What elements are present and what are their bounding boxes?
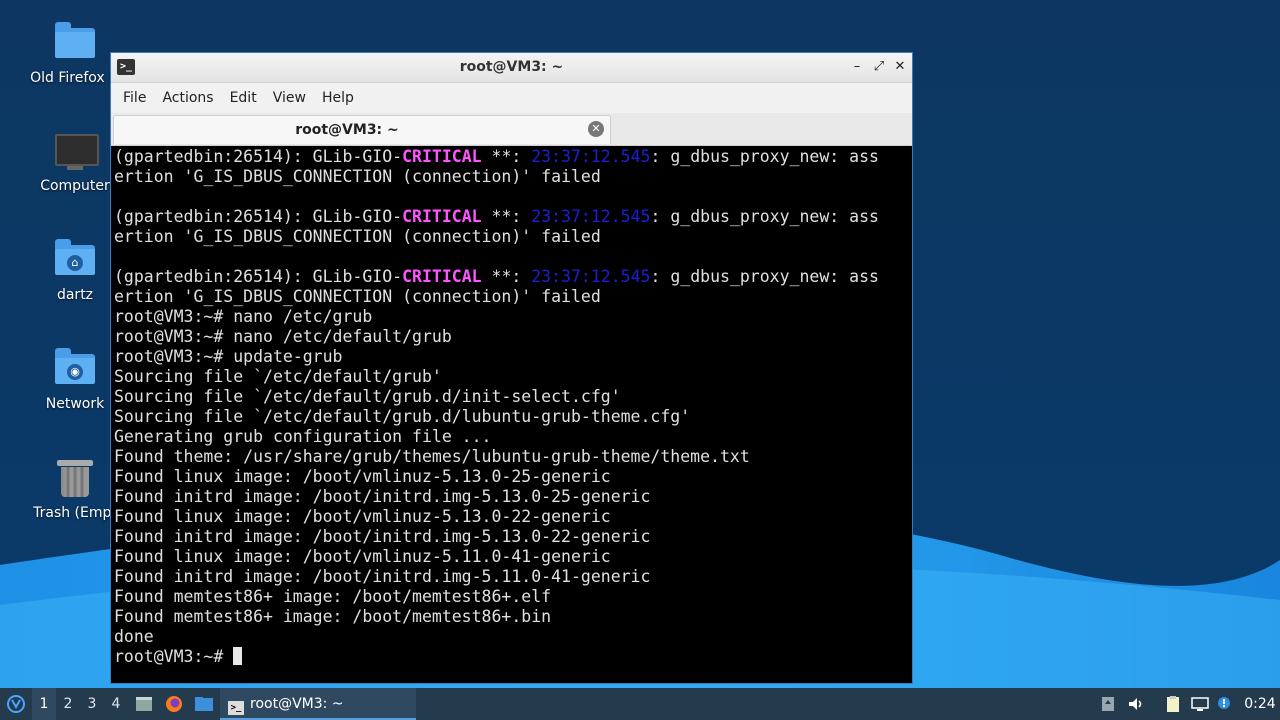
terminal-line: done [114,627,154,646]
terminal-line: Found memtest86+ image: /boot/memtest86+… [114,607,552,626]
terminal-line: Found initrd image: /boot/initrd.img-5.1… [114,567,651,586]
terminal-icon: >_ [228,701,244,715]
terminal-line: Found memtest86+ image: /boot/memtest86+… [114,587,552,606]
close-button[interactable]: ✕ [891,58,909,76]
menu-edit[interactable]: Edit [222,90,265,106]
terminal-line: Found initrd image: /boot/initrd.img-5.1… [114,487,651,506]
terminal-output[interactable]: (gpartedbin:26514): GLib-GIO-CRITICAL **… [113,146,912,683]
window-titlebar[interactable]: >_ root@VM3: ~ – ⤢ ✕ [111,53,912,83]
task-label: root@VM3: ~ [250,696,344,712]
terminal-line: Sourcing file `/etc/default/grub' [114,367,442,386]
clock[interactable]: 0:24 [1240,688,1280,720]
terminal-line: ertion 'G_IS_DBUS_CONNECTION (connection… [114,227,601,246]
menu-bar: File Actions Edit View Help [111,83,912,113]
terminal-line: Generating grub configuration file ... [114,427,492,446]
workspace-2[interactable]: 2 [56,688,80,720]
terminal-line: (gpartedbin:26514): GLib-GIO-CRITICAL **… [114,267,879,286]
workspace-4[interactable]: 4 [104,688,128,720]
terminal-line: ertion 'G_IS_DBUS_CONNECTION (connection… [114,167,601,186]
clipboard-icon[interactable] [1163,688,1183,720]
folder-icon [55,22,95,58]
terminal-prompt-line[interactable]: root@VM3:~# [114,647,912,667]
start-menu-button[interactable] [4,688,28,720]
tab-terminal[interactable]: root@VM3: ~ ✕ [113,115,611,144]
menu-file[interactable]: File [115,90,154,106]
network-folder-icon: ◉ [55,348,95,384]
tab-bar: root@VM3: ~ ✕ [111,113,912,146]
taskbar: 1 2 3 4 >_ root@VM3: ~ 0:24 [0,688,1280,720]
terminal-line: Found theme: /usr/share/grub/themes/lubu… [114,447,750,466]
terminal-line: (gpartedbin:26514): GLib-GIO-CRITICAL **… [114,147,879,166]
terminal-window[interactable]: >_ root@VM3: ~ – ⤢ ✕ File Actions Edit V… [110,52,913,684]
window-title: root@VM3: ~ [459,59,564,75]
menu-actions[interactable]: Actions [154,90,221,106]
network-icon[interactable] [1190,688,1210,720]
home-folder-icon: ⌂ [55,239,95,275]
file-manager-icon[interactable] [192,688,216,720]
maximize-button[interactable]: ⤢ [870,58,888,76]
firefox-icon[interactable] [162,688,186,720]
trash-icon [61,467,89,497]
terminal-line: root@VM3:~# nano /etc/grub [114,307,373,326]
tab-close-icon[interactable]: ✕ [588,121,604,137]
terminal-line: (gpartedbin:26514): GLib-GIO-CRITICAL **… [114,207,879,226]
menu-view[interactable]: View [265,90,314,106]
terminal-line: root@VM3:~# nano /etc/default/grub [114,327,452,346]
workspace-3[interactable]: 3 [80,688,104,720]
tab-label: root@VM3: ~ [295,122,399,138]
terminal-line: Found linux image: /boot/vmlinuz-5.13.0-… [114,467,611,486]
updates-icon[interactable] [1098,688,1118,720]
minimize-button[interactable]: – [848,58,866,76]
taskbar-terminal-task[interactable]: >_ root@VM3: ~ [220,688,416,720]
terminal-line: Found initrd image: /boot/initrd.img-5.1… [114,527,651,546]
notification-icon[interactable] [1214,688,1234,720]
terminal-cursor [233,647,243,665]
workspace-1[interactable]: 1 [32,688,56,720]
terminal-line: Sourcing file `/etc/default/grub.d/lubun… [114,407,691,426]
computer-icon [55,134,99,166]
terminal-line: Sourcing file `/etc/default/grub.d/init-… [114,387,621,406]
terminal-line: ertion 'G_IS_DBUS_CONNECTION (connection… [114,287,601,306]
terminal-line: root@VM3:~# update-grub [114,347,343,366]
lubuntu-logo-icon [7,695,25,713]
terminal-line: Found linux image: /boot/vmlinuz-5.11.0-… [114,547,611,566]
show-desktop-icon[interactable] [132,688,156,720]
volume-icon[interactable] [1126,688,1146,720]
menu-help[interactable]: Help [314,90,362,106]
terminal-line: Found linux image: /boot/vmlinuz-5.13.0-… [114,507,611,526]
